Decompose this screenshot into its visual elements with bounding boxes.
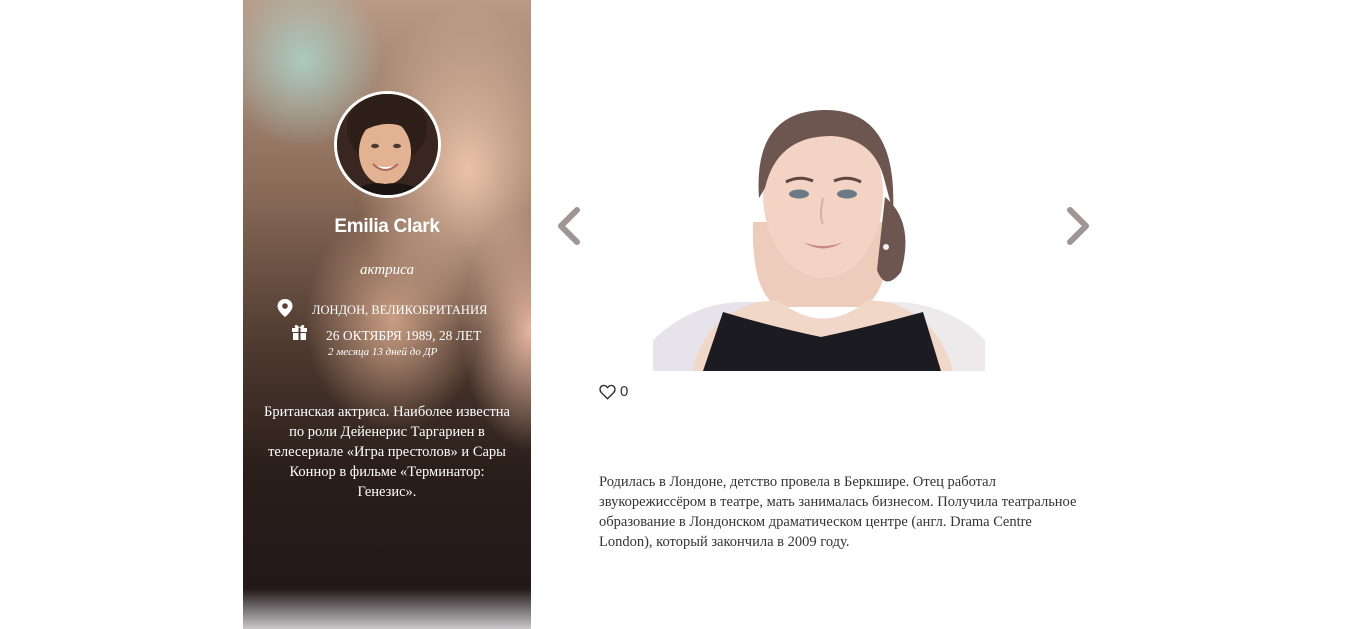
profile-location: ЛОНДОН, ВЕЛИКОБРИТАНИЯ (312, 303, 488, 317)
chevron-right-icon[interactable] (1066, 206, 1092, 246)
profile-photo[interactable] (653, 102, 985, 371)
profile-birth: 26 ОКТЯБРЯ 1989, 28 ЛЕТ (326, 328, 482, 343)
likes[interactable]: 0 (599, 383, 628, 400)
gift-icon (292, 324, 307, 340)
location-pin-icon (277, 299, 293, 317)
avatar[interactable] (334, 91, 441, 198)
profile-name: Emilia Clark (334, 216, 440, 237)
birthday-countdown: 2 месяца 13 дней до ДР (328, 346, 438, 358)
profile-card: Emilia Clark актриса ЛОНДОН, ВЕЛИКОБРИТА… (243, 0, 531, 629)
profile-bio: Британская актриса. Наиболее известна по… (264, 404, 510, 500)
like-count: 0 (620, 383, 629, 400)
heart-outline-icon[interactable] (599, 384, 616, 400)
profile-description: Родилась в Лондоне, детство провела в Бе… (599, 474, 1077, 550)
chevron-left-icon[interactable] (555, 206, 581, 246)
profile-role: актриса (360, 262, 414, 278)
